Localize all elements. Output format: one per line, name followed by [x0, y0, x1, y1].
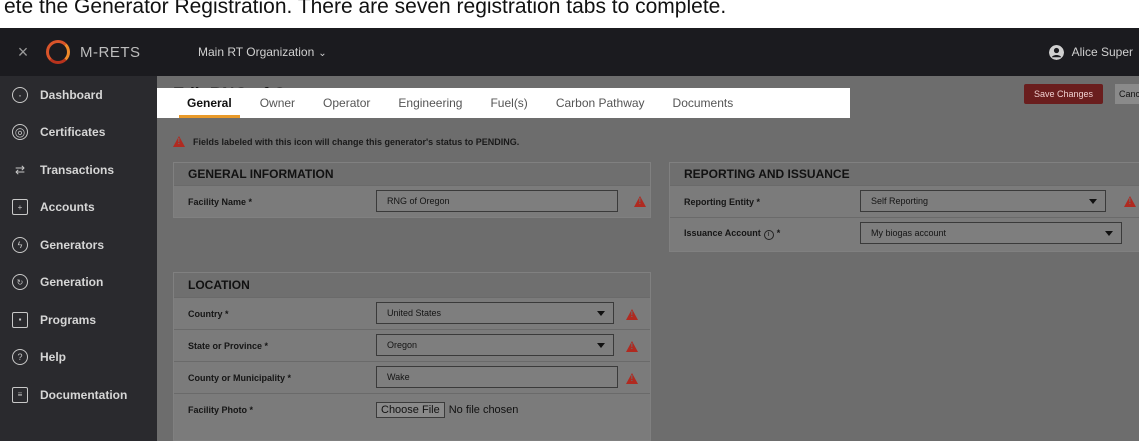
tab-fuels[interactable]: Fuel(s): [476, 88, 541, 118]
save-changes-button[interactable]: Save Changes: [1023, 84, 1103, 104]
sidebar-item-help[interactable]: ? Help: [0, 339, 157, 377]
reporting-entity-select[interactable]: Self Reporting: [860, 190, 1106, 212]
help-icon: ?: [12, 349, 28, 366]
state-row: State or Province * Oregon: [174, 329, 650, 361]
brand-logo[interactable]: M-RETS: [46, 40, 172, 64]
sidebar-item-label: Generation: [40, 275, 104, 290]
general-information-panel: GENERAL INFORMATION Facility Name * RNG …: [173, 162, 651, 218]
country-select[interactable]: United States: [376, 302, 614, 324]
panel-heading: GENERAL INFORMATION: [174, 163, 650, 185]
tab-carbon-pathway[interactable]: Carbon Pathway: [542, 88, 659, 118]
caret-down-icon: [597, 343, 605, 348]
facility-photo-row: Facility Photo * Choose File No file cho…: [174, 393, 650, 425]
choose-file-button[interactable]: Choose File: [376, 402, 445, 418]
sidebar: · Dashboard ◎ Certificates ⇄ Transaction…: [0, 76, 157, 441]
tab-documents[interactable]: Documents: [659, 88, 748, 118]
tab-engineering[interactable]: Engineering: [384, 88, 476, 118]
instruction-caption: ete the Generator Registration. There ar…: [0, 0, 1139, 28]
sidebar-item-accounts[interactable]: + Accounts: [0, 189, 157, 227]
sidebar-item-label: Transactions: [40, 162, 115, 177]
panel-heading: LOCATION: [174, 273, 650, 297]
close-icon[interactable]: ×: [0, 42, 46, 63]
main-content: Edit RNG of Oregon Save Changes Cancel G…: [157, 76, 1139, 441]
state-label: State or Province *: [188, 340, 269, 351]
reporting-entity-label: Reporting Entity *: [684, 196, 760, 207]
sidebar-item-certificates[interactable]: ◎ Certificates: [0, 114, 157, 152]
reporting-issuance-panel: REPORTING AND ISSUANCE Reporting Entity …: [669, 162, 1139, 252]
warning-icon: [626, 309, 638, 320]
user-name: Alice Super: [1071, 45, 1133, 59]
caret-down-icon: [1105, 231, 1113, 236]
organization-name: Main RT Organization: [198, 45, 315, 59]
sidebar-item-generators[interactable]: ϟ Generators: [0, 226, 157, 264]
generator-icon: ϟ: [12, 236, 28, 253]
reporting-entity-value: Self Reporting: [871, 196, 929, 206]
warning-icon: [626, 341, 638, 352]
sidebar-item-generation[interactable]: ↻ Generation: [0, 264, 157, 302]
warning-icon: [1124, 196, 1136, 207]
sidebar-item-label: Certificates: [40, 125, 106, 140]
user-avatar-icon: [1048, 44, 1064, 60]
registration-tabs: General Owner Operator Engineering Fuel(…: [157, 88, 850, 118]
county-row: County or Municipality * Wake: [174, 361, 650, 393]
pending-notice-text: Fields labeled with this icon will chang…: [193, 136, 520, 147]
transfer-arrows-icon: ⇄: [14, 162, 26, 177]
issuance-account-label: Issuance Account i *: [684, 227, 781, 240]
brand-name: M-RETS: [80, 43, 141, 61]
sidebar-item-label: Programs: [40, 312, 97, 327]
no-file-text: No file chosen: [448, 404, 519, 416]
facility-name-row: Facility Name * RNG of Oregon: [174, 185, 650, 217]
organization-selector[interactable]: Main RT Organization ⌄: [198, 45, 327, 59]
tab-general[interactable]: General: [173, 88, 246, 118]
facility-photo-label: Facility Photo *: [188, 404, 254, 415]
county-input[interactable]: Wake: [376, 366, 618, 388]
warning-icon: [634, 196, 646, 207]
sidebar-item-programs[interactable]: ▪ Programs: [0, 301, 157, 339]
sidebar-item-label: Dashboard: [40, 87, 103, 102]
sidebar-item-label: Help: [40, 350, 67, 365]
sidebar-item-documentation[interactable]: ≡ Documentation: [0, 376, 157, 414]
info-icon[interactable]: i: [763, 229, 774, 240]
certificate-icon: ◎: [12, 124, 28, 141]
document-icon: ≡: [12, 386, 28, 403]
country-value: United States: [387, 308, 442, 318]
pending-notice: Fields labeled with this icon will chang…: [173, 136, 519, 147]
tab-owner[interactable]: Owner: [246, 88, 309, 118]
programs-icon: ▪: [12, 311, 28, 328]
caret-down-icon: [1089, 199, 1097, 204]
country-label: Country *: [188, 308, 229, 319]
caret-down-icon: [597, 311, 605, 316]
panel-heading: REPORTING AND ISSUANCE: [670, 163, 1139, 185]
mrets-logo-icon: [46, 40, 70, 64]
facility-name-label: Facility Name *: [188, 196, 253, 207]
file-picker: Choose File No file chosen: [376, 402, 518, 418]
warning-icon: [173, 136, 185, 147]
chevron-down-icon: ⌄: [318, 48, 327, 59]
tab-operator[interactable]: Operator: [309, 88, 384, 118]
reporting-entity-row: Reporting Entity * Self Reporting: [670, 185, 1139, 217]
accounts-icon: +: [12, 199, 28, 216]
sidebar-item-transactions[interactable]: ⇄ Transactions: [0, 151, 157, 189]
user-menu[interactable]: Alice Super: [1048, 44, 1139, 60]
warning-icon: [626, 373, 638, 384]
sidebar-item-label: Documentation: [40, 387, 128, 402]
cancel-button[interactable]: Cancel: [1115, 84, 1139, 104]
issuance-account-value: My biogas account: [871, 228, 947, 238]
issuance-account-row: Issuance Account i * My biogas account: [670, 217, 1139, 249]
facility-name-input[interactable]: RNG of Oregon: [376, 190, 618, 212]
state-select[interactable]: Oregon: [376, 334, 614, 356]
sidebar-item-label: Accounts: [40, 200, 95, 215]
country-row: Country * United States: [174, 297, 650, 329]
dashboard-icon: ·: [12, 86, 28, 103]
sidebar-item-label: Generators: [40, 237, 105, 252]
state-value: Oregon: [387, 340, 418, 350]
county-label: County or Municipality *: [188, 372, 292, 383]
sidebar-item-dashboard[interactable]: · Dashboard: [0, 76, 157, 114]
top-bar: × M-RETS Main RT Organization ⌄ Alice Sup…: [0, 28, 1139, 76]
generation-icon: ↻: [12, 274, 28, 291]
issuance-account-select[interactable]: My biogas account: [860, 222, 1122, 244]
location-panel: LOCATION Country * United States State o…: [173, 272, 651, 441]
